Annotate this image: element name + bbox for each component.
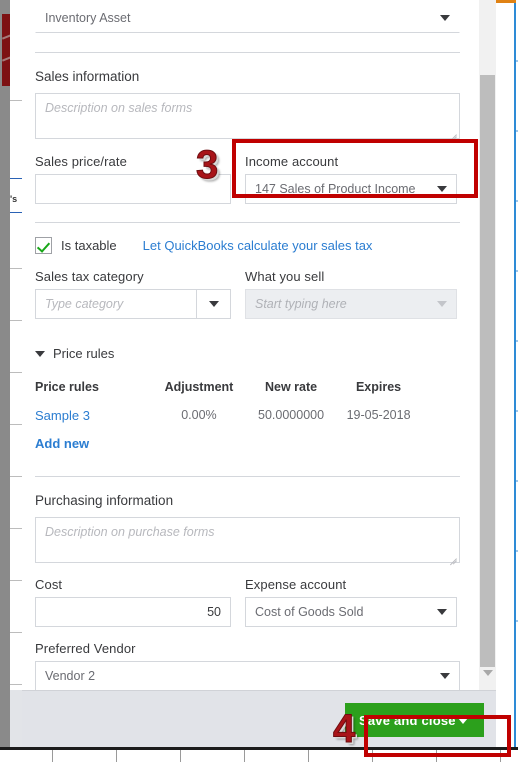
background-left-rule xyxy=(10,372,22,373)
sales-tax-category-select[interactable]: Type category xyxy=(35,289,231,319)
background-left-rule xyxy=(10,580,22,581)
background-left-rule xyxy=(10,476,22,477)
preferred-vendor-group: Preferred Vendor Vendor 2 xyxy=(35,641,460,691)
expense-account-value: Cost of Goods Sold xyxy=(255,605,364,619)
sales-description-placeholder: Description on sales forms xyxy=(45,101,193,115)
background-left-page xyxy=(10,0,22,747)
chevron-down-icon[interactable] xyxy=(437,609,447,615)
sales-price-rate-input[interactable] xyxy=(35,174,231,204)
form-scroll-area[interactable]: Inventory Asset Sales information Descri… xyxy=(22,0,496,691)
form-scrollbar-track[interactable] xyxy=(479,0,496,690)
background-left-rule xyxy=(10,320,22,321)
chevron-down-icon[interactable] xyxy=(440,15,450,21)
chevron-down-icon[interactable] xyxy=(35,350,45,357)
purchasing-information-heading: Purchasing information xyxy=(35,493,174,508)
background-left-blue-rule xyxy=(10,212,22,213)
is-taxable-row: Is taxable Let QuickBooks calculate your… xyxy=(35,237,460,254)
price-rule-adjustment: 0.00% xyxy=(181,408,217,422)
what-you-sell-select[interactable]: Start typing here xyxy=(245,289,457,319)
background-bottom-bar xyxy=(0,747,518,762)
sales-tax-category-dropdown-button[interactable] xyxy=(196,290,230,318)
cost-label: Cost xyxy=(35,577,63,592)
form-scrollbar-thumb[interactable] xyxy=(480,75,495,667)
resize-handle-icon[interactable] xyxy=(447,127,457,137)
table-row: Sample 3 0.00% 50.0000000 19-05-2018 xyxy=(35,408,420,423)
form-content: Inventory Asset Sales information Descri… xyxy=(35,0,460,691)
sales-tax-category-label: Sales tax category xyxy=(35,269,144,284)
add-new-price-rule-link[interactable]: Add new xyxy=(35,436,460,451)
chevron-down-icon[interactable] xyxy=(208,301,219,307)
purchase-description-textarea[interactable]: Description on purchase forms xyxy=(35,517,460,563)
inventory-asset-account-select[interactable]: Inventory Asset xyxy=(35,3,460,33)
preferred-vendor-value: Vendor 2 xyxy=(45,669,96,683)
divider xyxy=(35,52,460,53)
sales-price-rate-group: Sales price/rate xyxy=(35,154,231,204)
scrollbar-down-arrow-icon[interactable] xyxy=(483,670,493,676)
purchase-description-placeholder: Description on purchase forms xyxy=(45,525,215,539)
price-rules-toggle-label: Price rules xyxy=(53,346,115,361)
price-rules-disclosure[interactable]: Price rules xyxy=(35,346,460,361)
is-taxable-label: Is taxable xyxy=(61,238,117,253)
divider xyxy=(35,222,460,223)
calculate-sales-tax-link[interactable]: Let QuickBooks calculate your sales tax xyxy=(143,238,373,253)
background-left-blue-rule xyxy=(10,178,22,179)
background-left-rule xyxy=(10,632,22,633)
sales-price-rate-label: Sales price/rate xyxy=(35,154,127,169)
chevron-down-icon[interactable] xyxy=(458,718,468,724)
background-left-rule xyxy=(10,268,22,269)
save-and-close-button[interactable]: Save and close xyxy=(345,703,484,737)
chevron-down-icon xyxy=(437,301,447,307)
save-and-close-label: Save and close xyxy=(359,712,456,728)
what-you-sell-group: What you sell Start typing here xyxy=(245,269,457,319)
column-header-price-rules: Price rules xyxy=(35,380,99,394)
column-header-adjustment: Adjustment xyxy=(164,380,234,394)
background-left-strip xyxy=(0,0,10,747)
price-rule-new-rate: 50.0000000 xyxy=(258,408,325,422)
is-taxable-checkbox[interactable] xyxy=(35,237,52,254)
cost-group: Cost 50 xyxy=(35,577,231,627)
background-left-rule xyxy=(10,424,22,425)
sales-tax-category-group: Sales tax category Type category xyxy=(35,269,231,319)
sales-tax-category-placeholder: Type category xyxy=(45,297,124,311)
price-rule-expires: 19-05-2018 xyxy=(346,408,411,422)
background-left-partial-text: 's xyxy=(10,194,18,204)
cost-input[interactable]: 50 xyxy=(35,597,231,627)
expense-account-group: Expense account Cost of Goods Sold xyxy=(245,577,457,627)
inventory-asset-account-value: Inventory Asset xyxy=(45,11,131,25)
price-rule-name-link[interactable]: Sample 3 xyxy=(35,408,153,423)
income-account-value: 147 Sales of Product Income xyxy=(255,182,416,196)
column-header-expires: Expires xyxy=(355,380,402,394)
product-service-form-panel: Inventory Asset Sales information Descri… xyxy=(22,0,496,747)
expense-account-label: Expense account xyxy=(245,577,347,592)
resize-handle-icon[interactable] xyxy=(447,551,457,561)
preferred-vendor-label: Preferred Vendor xyxy=(35,641,136,656)
sales-information-heading: Sales information xyxy=(35,69,140,84)
background-left-panel xyxy=(10,690,22,747)
sales-description-textarea[interactable]: Description on sales forms xyxy=(35,93,460,139)
background-left-rule xyxy=(10,528,22,529)
expense-account-select[interactable]: Cost of Goods Sold xyxy=(245,597,457,627)
cost-value: 50 xyxy=(207,605,221,619)
form-footer: Save and close xyxy=(22,690,496,747)
chevron-down-icon[interactable] xyxy=(440,673,450,679)
what-you-sell-placeholder: Start typing here xyxy=(255,297,347,311)
what-you-sell-label: What you sell xyxy=(245,269,325,284)
income-account-select[interactable]: 147 Sales of Product Income xyxy=(245,174,457,204)
income-account-group: Income account 147 Sales of Product Inco… xyxy=(245,154,457,204)
preferred-vendor-select[interactable]: Vendor 2 xyxy=(35,661,460,691)
income-account-label: Income account xyxy=(245,154,339,169)
price-rules-table: Price rules Adjustment New rate Expires … xyxy=(35,380,420,423)
background-left-rule xyxy=(10,100,22,101)
screenshot-root: 's Inventory Asset Sales information Des… xyxy=(0,0,518,762)
chevron-down-icon[interactable] xyxy=(437,186,447,192)
divider xyxy=(35,476,460,477)
price-rules-table-header: Price rules Adjustment New rate Expires xyxy=(35,380,420,394)
background-right-orange-line xyxy=(496,0,516,3)
background-left-rule xyxy=(10,684,22,685)
column-header-new-rate: New rate xyxy=(265,380,318,394)
